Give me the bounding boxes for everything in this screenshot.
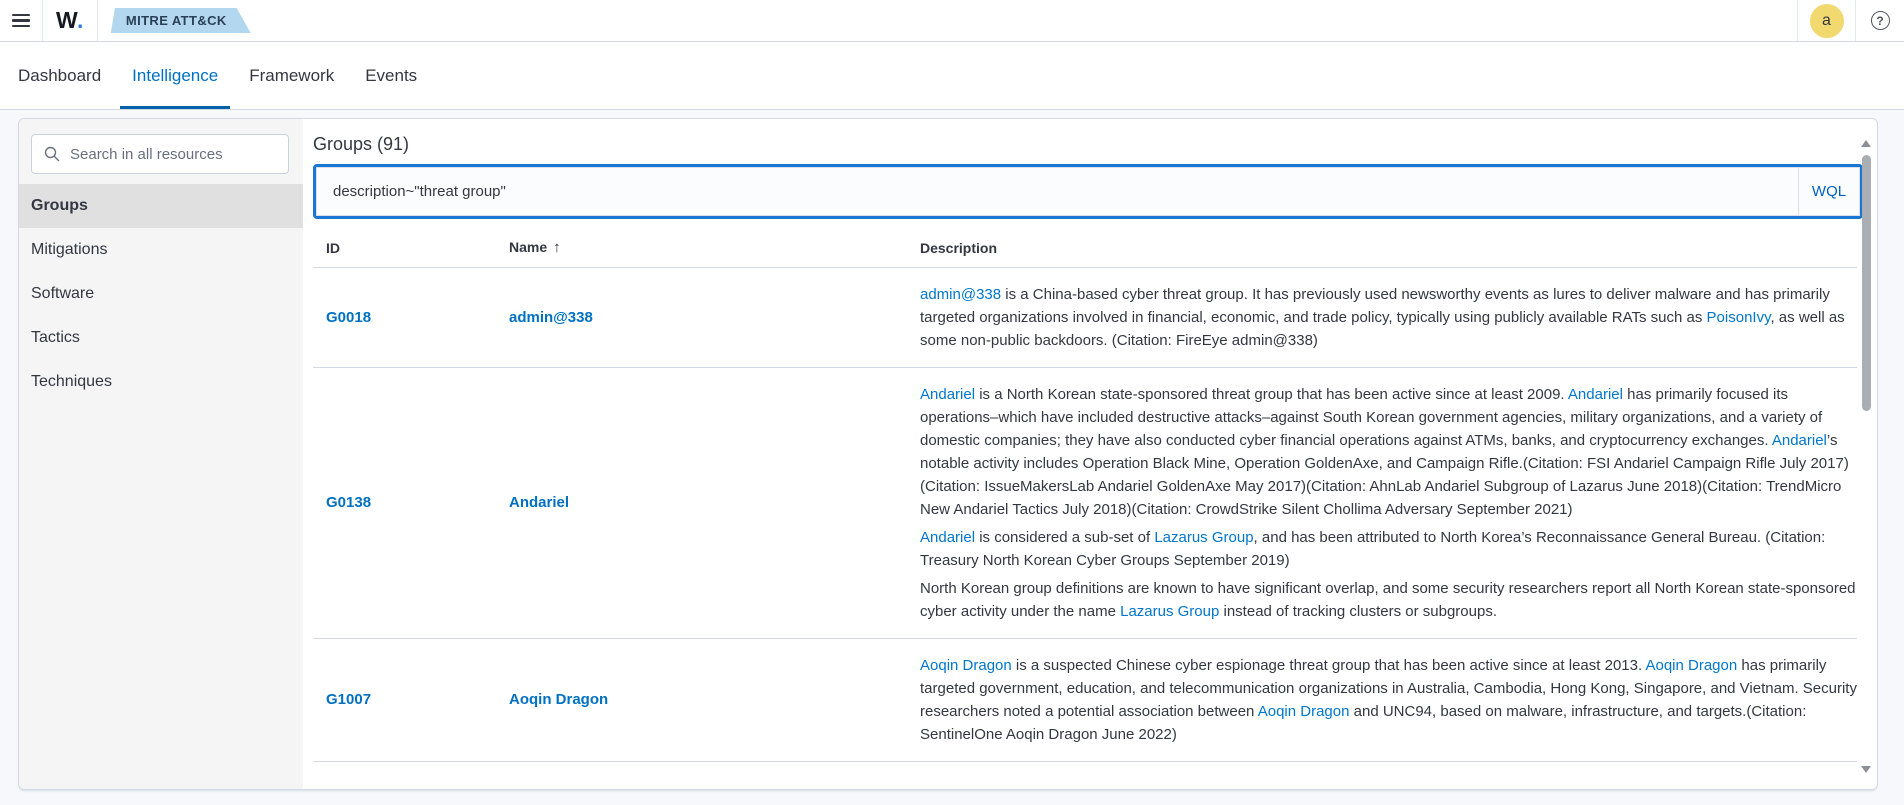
- description-paragraph: Andariel is a North Korean state-sponsor…: [920, 383, 1857, 521]
- app-breadcrumb: MITRE ATT&CK: [111, 8, 251, 33]
- logo-dot: .: [77, 7, 84, 33]
- sidebar-item-tactics[interactable]: Tactics: [19, 316, 303, 360]
- tab-intelligence[interactable]: Intelligence: [120, 42, 230, 109]
- inline-link[interactable]: Lazarus Group: [1120, 603, 1219, 620]
- group-name-link[interactable]: admin@338: [509, 309, 593, 326]
- search-placeholder: Search in all resources: [70, 146, 223, 163]
- cell-name: Aoqin Dragon: [509, 691, 920, 709]
- cell-name: Andariel: [509, 494, 920, 512]
- group-id-link[interactable]: G0018: [326, 309, 371, 326]
- inline-link[interactable]: Aoqin Dragon: [920, 657, 1012, 674]
- column-header-name[interactable]: Name ↑: [509, 239, 920, 256]
- description-text: is considered a sub-set of: [975, 529, 1154, 546]
- cell-id: G0018: [313, 309, 509, 327]
- inline-link[interactable]: Andariel: [1568, 386, 1623, 403]
- avatar-cell: a: [1798, 0, 1855, 41]
- navbar-right: a ?: [1797, 0, 1904, 41]
- query-bar: description~"threat group" WQL: [313, 164, 1863, 219]
- inline-link[interactable]: Aoqin Dragon: [1645, 657, 1737, 674]
- table-row: G0138AndarielAndariel is a North Korean …: [313, 368, 1857, 639]
- content-panel: Search in all resources GroupsMitigation…: [18, 118, 1878, 790]
- navbar-divider: [97, 0, 98, 41]
- table-body: G0018admin@338admin@338 is a China-based…: [313, 268, 1857, 762]
- inline-link[interactable]: Andariel: [920, 386, 975, 403]
- cell-name: admin@338: [509, 309, 920, 327]
- inline-link[interactable]: Andariel: [1772, 432, 1827, 449]
- cell-description: Aoqin Dragon is a suspected Chinese cybe…: [920, 654, 1857, 746]
- description-text: is a suspected Chinese cyber espionage t…: [1012, 657, 1646, 674]
- page-background: Search in all resources GroupsMitigation…: [0, 110, 1904, 805]
- description-text: is a North Korean state-sponsored threat…: [975, 386, 1568, 403]
- scroll-down-icon[interactable]: [1861, 766, 1871, 773]
- search-input[interactable]: Search in all resources: [31, 134, 289, 174]
- inline-link[interactable]: Aoqin Dragon: [1258, 703, 1350, 720]
- scroll-up-icon[interactable]: [1861, 140, 1871, 147]
- user-avatar[interactable]: a: [1810, 4, 1844, 38]
- cell-description: admin@338 is a China-based cyber threat …: [920, 283, 1857, 352]
- sidebar-item-mitigations[interactable]: Mitigations: [19, 228, 303, 272]
- query-input[interactable]: description~"threat group": [316, 167, 1798, 216]
- help-cell: ?: [1856, 0, 1904, 41]
- description-paragraph: Aoqin Dragon is a suspected Chinese cybe…: [920, 654, 1857, 746]
- menu-icon[interactable]: [0, 0, 42, 42]
- cell-id: G0138: [313, 494, 509, 512]
- column-header-name-label: Name: [509, 239, 547, 255]
- column-header-description[interactable]: Description: [920, 240, 1857, 256]
- inline-link[interactable]: Lazarus Group: [1154, 529, 1253, 546]
- inline-link[interactable]: Andariel: [920, 529, 975, 546]
- description-paragraph: Andariel is considered a sub-set of Laza…: [920, 526, 1857, 572]
- column-header-id[interactable]: ID: [313, 240, 509, 256]
- inline-link[interactable]: PoisonIvy: [1707, 309, 1771, 326]
- sidebar-item-groups[interactable]: Groups: [19, 184, 303, 228]
- resource-list: GroupsMitigationsSoftwareTacticsTechniqu…: [19, 184, 303, 404]
- cell-id: G1007: [313, 691, 509, 709]
- group-id-link[interactable]: G1007: [326, 691, 371, 708]
- cell-description: Andariel is a North Korean state-sponsor…: [920, 383, 1857, 623]
- group-name-link[interactable]: Aoqin Dragon: [509, 691, 608, 708]
- mitre-attack-badge[interactable]: MITRE ATT&CK: [111, 8, 251, 33]
- description-paragraph: North Korean group definitions are known…: [920, 577, 1857, 623]
- tab-events[interactable]: Events: [353, 42, 429, 109]
- page-title: Groups (91): [313, 134, 1877, 155]
- table-row: G0018admin@338admin@338 is a China-based…: [313, 268, 1857, 368]
- description-text: instead of tracking clusters or subgroup…: [1219, 603, 1497, 620]
- group-id-link[interactable]: G0138: [326, 494, 371, 511]
- table-header: ID Name ↑ Description: [313, 232, 1857, 268]
- main-content: Groups (91) description~"threat group" W…: [303, 119, 1877, 789]
- table-row: G1007Aoqin DragonAoqin Dragon is a suspe…: [313, 639, 1857, 762]
- resources-sidebar: Search in all resources GroupsMitigation…: [19, 119, 303, 789]
- tab-dashboard[interactable]: Dashboard: [6, 42, 113, 109]
- query-language-button[interactable]: WQL: [1798, 167, 1860, 216]
- sidebar-item-software[interactable]: Software: [19, 272, 303, 316]
- wazuh-logo[interactable]: W.: [43, 7, 97, 34]
- scrollbar-thumb[interactable]: [1862, 155, 1871, 411]
- logo-letter: W: [56, 7, 77, 33]
- top-navbar: W. MITRE ATT&CK a ?: [0, 0, 1904, 42]
- vertical-scrollbar[interactable]: [1859, 119, 1873, 789]
- description-paragraph: admin@338 is a China-based cyber threat …: [920, 283, 1857, 352]
- sort-asc-icon: ↑: [553, 239, 561, 256]
- sidebar-item-techniques[interactable]: Techniques: [19, 360, 303, 404]
- tab-framework[interactable]: Framework: [237, 42, 346, 109]
- description-text: is a China-based cyber threat group. It …: [920, 286, 1830, 326]
- help-icon[interactable]: ?: [1871, 11, 1890, 30]
- inline-link[interactable]: admin@338: [920, 286, 1001, 303]
- groups-table: ID Name↑ Description G0018admin@338admin…: [313, 232, 1857, 762]
- search-icon: [44, 146, 60, 162]
- tab-bar: DashboardIntelligenceFrameworkEvents: [0, 42, 1904, 110]
- group-name-link[interactable]: Andariel: [509, 494, 569, 511]
